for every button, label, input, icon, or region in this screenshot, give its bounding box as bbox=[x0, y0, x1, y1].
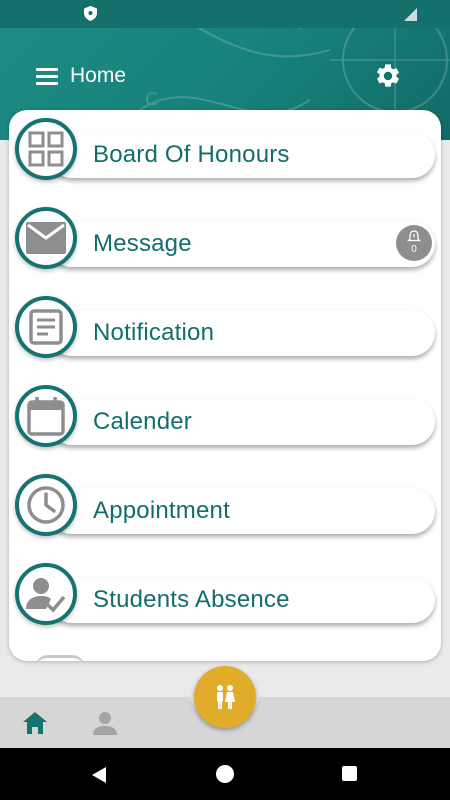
menu-item-appointment[interactable]: Appointment bbox=[9, 466, 441, 546]
menu-item-calender[interactable]: Calender bbox=[9, 377, 441, 457]
bell-icon bbox=[407, 230, 421, 242]
menu-item-label: Appointment bbox=[93, 497, 230, 524]
page-title: Home bbox=[70, 64, 127, 87]
menu-item-icon-circle bbox=[15, 563, 77, 625]
gear-icon[interactable] bbox=[374, 62, 402, 90]
family-icon bbox=[217, 685, 235, 709]
menu-item-label: Students Absence bbox=[93, 586, 290, 613]
menu-item-board-of-honours[interactable]: Board Of Honours bbox=[9, 110, 441, 190]
family-fab-button[interactable] bbox=[194, 666, 256, 728]
clock-icon bbox=[27, 486, 65, 524]
menu-item-icon-circle bbox=[15, 385, 77, 447]
document-icon bbox=[29, 309, 63, 345]
menu-item-notification[interactable]: Notification bbox=[9, 288, 441, 368]
home-icon[interactable] bbox=[21, 709, 49, 737]
menu-item-icon-circle bbox=[15, 207, 77, 269]
message-badge-count: 0 bbox=[411, 244, 417, 255]
signal-icon bbox=[404, 8, 417, 21]
shield-icon bbox=[84, 6, 97, 21]
menu-item-icon-circle bbox=[15, 474, 77, 536]
menu-item-icon-circle bbox=[15, 296, 77, 358]
recents-icon[interactable] bbox=[342, 766, 357, 781]
menu-item-icon-circle bbox=[15, 118, 77, 180]
person-icon[interactable] bbox=[91, 709, 119, 737]
grid-icon bbox=[28, 131, 64, 167]
menu-item-label: Board Of Honours bbox=[93, 141, 290, 168]
svg-text:C: C bbox=[145, 89, 158, 110]
message-badge: 0 bbox=[396, 225, 432, 261]
menu-item-label: Calender bbox=[93, 408, 192, 435]
user-check-icon bbox=[26, 578, 66, 613]
system-home-icon[interactable] bbox=[216, 765, 234, 783]
menu-item-label: Notification bbox=[93, 319, 215, 346]
menu-item-label: Message bbox=[93, 230, 192, 257]
menu-item-partial bbox=[35, 655, 85, 661]
status-bar bbox=[0, 0, 450, 28]
menu-icon[interactable] bbox=[36, 68, 58, 86]
menu-card: Board Of Honours Message 0 Notification … bbox=[9, 110, 441, 661]
back-icon[interactable] bbox=[90, 766, 108, 784]
calendar-icon bbox=[27, 397, 65, 436]
menu-item-students-absence[interactable]: Students Absence bbox=[9, 555, 441, 635]
menu-item-message[interactable]: Message 0 bbox=[9, 199, 441, 279]
envelope-icon bbox=[26, 222, 66, 254]
